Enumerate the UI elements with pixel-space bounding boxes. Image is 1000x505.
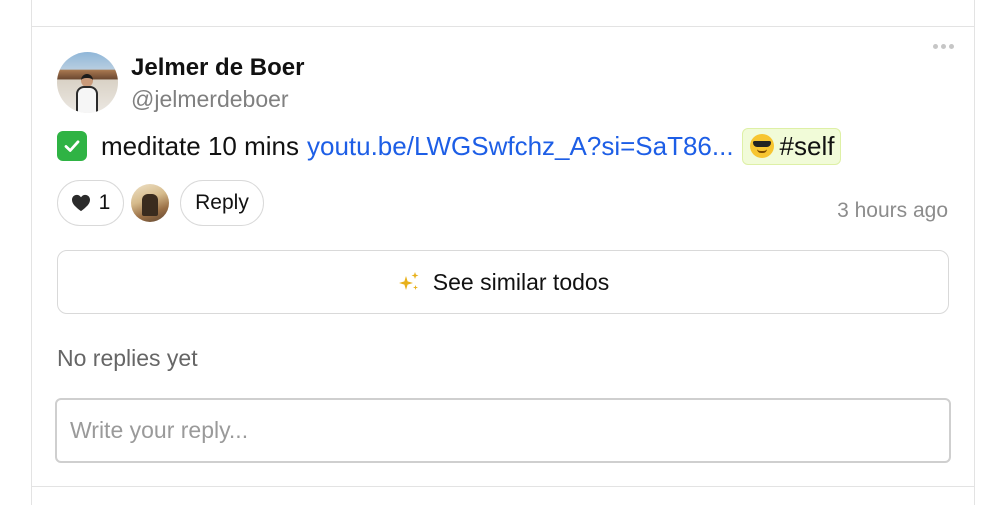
heart-icon — [71, 194, 90, 212]
todo-link[interactable]: youtu.be/LWGSwfchz_A?si=SaT86... — [307, 131, 734, 162]
like-button[interactable]: 1 — [57, 180, 124, 226]
checkmark-icon — [64, 140, 80, 152]
todo-text: meditate 10 mins — [101, 130, 299, 161]
sparkles-icon — [398, 272, 419, 290]
smiling-face-with-sunglasses-icon — [749, 134, 774, 158]
timestamp: 3 hours ago — [837, 199, 948, 222]
todo-post-card: Jelmer de Boer @jelmerdeboer meditate 10… — [31, 0, 975, 505]
like-count: 1 — [98, 191, 111, 214]
more-options-icon[interactable] — [933, 44, 954, 49]
tag-self[interactable]: #self — [741, 127, 842, 165]
reply-button[interactable]: Reply — [180, 180, 264, 226]
divider — [32, 26, 974, 27]
no-replies-text: No replies yet — [57, 345, 198, 371]
see-similar-todos-button[interactable]: See similar todos — [57, 250, 949, 314]
todo-line: meditate 10 mins youtu.be/LWGSwfchz_A?si… — [57, 124, 842, 168]
author-avatar[interactable] — [57, 52, 118, 113]
tag-label: #self — [779, 130, 835, 161]
author-handle[interactable]: @jelmerdeboer — [131, 86, 289, 113]
author-name[interactable]: Jelmer de Boer — [131, 54, 304, 82]
previous-post-actions — [72, 0, 186, 2]
divider — [32, 486, 974, 487]
see-similar-todos-label: See similar todos — [432, 268, 610, 295]
todo-done-checkbox[interactable] — [57, 131, 87, 161]
liker-avatar[interactable] — [131, 184, 169, 222]
reply-input[interactable] — [55, 398, 951, 463]
